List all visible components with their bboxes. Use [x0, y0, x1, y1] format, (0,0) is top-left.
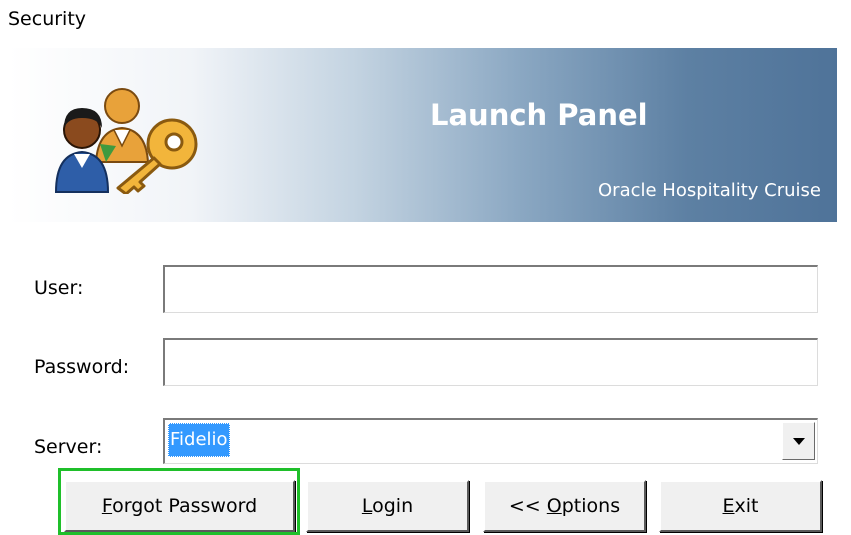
options-button-prefix: << — [508, 495, 547, 517]
window-title: Security — [8, 8, 87, 30]
options-button[interactable]: << Options — [483, 480, 646, 532]
banner-title: Launch Panel — [430, 98, 648, 132]
users-key-icon — [54, 88, 198, 194]
banner-subtitle: Oracle Hospitality Cruise — [598, 180, 821, 201]
password-input[interactable] — [163, 338, 818, 386]
exit-button-label: xit — [734, 495, 759, 517]
forgot-password-button[interactable]: Forgot Password — [64, 480, 295, 532]
options-button-mnemonic: O — [546, 495, 562, 517]
user-input[interactable] — [163, 265, 818, 313]
options-button-label: ptions — [561, 495, 621, 517]
forgot-password-button-label: orgot Password — [112, 495, 258, 517]
user-label: User: — [34, 277, 84, 299]
forgot-password-button-mnemonic: F — [101, 495, 113, 517]
login-button[interactable]: Login — [306, 480, 469, 532]
launch-panel-banner: Launch Panel Oracle Hospitality Cruise — [8, 48, 837, 222]
server-label: Server: — [34, 436, 103, 458]
server-select-value: Fidelio — [168, 423, 230, 457]
exit-button[interactable]: Exit — [659, 480, 822, 532]
exit-button-mnemonic: E — [722, 495, 735, 517]
login-button-mnemonic: L — [361, 495, 373, 517]
chevron-down-icon[interactable] — [782, 422, 815, 460]
login-button-label: ogin — [372, 495, 414, 517]
password-label: Password: — [34, 356, 130, 378]
server-select[interactable]: Fidelio — [163, 418, 818, 464]
